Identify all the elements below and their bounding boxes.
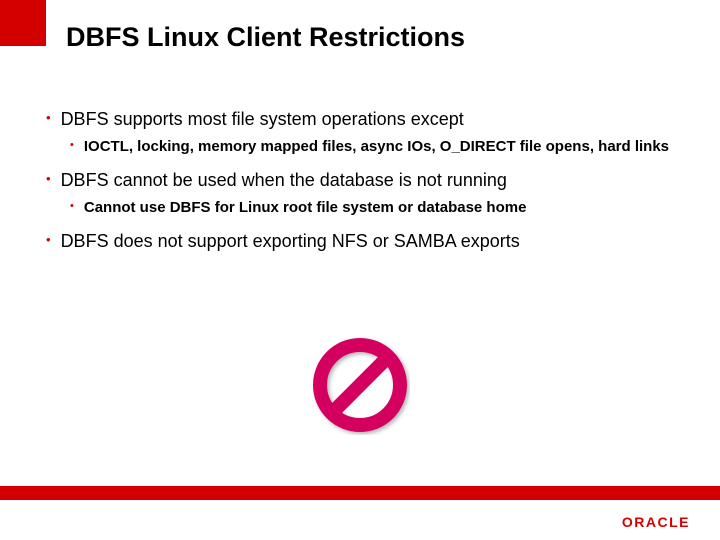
slide-content: • DBFS supports most file system operati… xyxy=(46,108,680,259)
oracle-logo: ORACLE xyxy=(622,514,690,530)
bullet-text: DBFS does not support exporting NFS or S… xyxy=(61,230,520,253)
bullet-level2: • Cannot use DBFS for Linux root file sy… xyxy=(70,198,680,218)
brand-block xyxy=(0,0,46,46)
bullet-text: DBFS supports most file system operation… xyxy=(61,108,464,131)
bullet-dot-icon: • xyxy=(46,111,51,124)
bullet-dot-icon: • xyxy=(70,140,74,151)
footer-accent-bar xyxy=(0,486,720,500)
bullet-level1: • DBFS does not support exporting NFS or… xyxy=(46,230,680,253)
bullet-dot-icon: • xyxy=(46,233,51,246)
bullet-level2: • IOCTL, locking, memory mapped files, a… xyxy=(70,137,680,157)
prohibition-icon xyxy=(310,335,410,435)
bullet-level1: • DBFS cannot be used when the database … xyxy=(46,169,680,192)
bullet-text: Cannot use DBFS for Linux root file syst… xyxy=(84,198,527,218)
bullet-dot-icon: • xyxy=(70,201,74,212)
bullet-dot-icon: • xyxy=(46,172,51,185)
bullet-text: IOCTL, locking, memory mapped files, asy… xyxy=(84,137,669,157)
slide-title: DBFS Linux Client Restrictions xyxy=(66,22,465,53)
bullet-text: DBFS cannot be used when the database is… xyxy=(61,169,507,192)
bullet-level1: • DBFS supports most file system operati… xyxy=(46,108,680,131)
